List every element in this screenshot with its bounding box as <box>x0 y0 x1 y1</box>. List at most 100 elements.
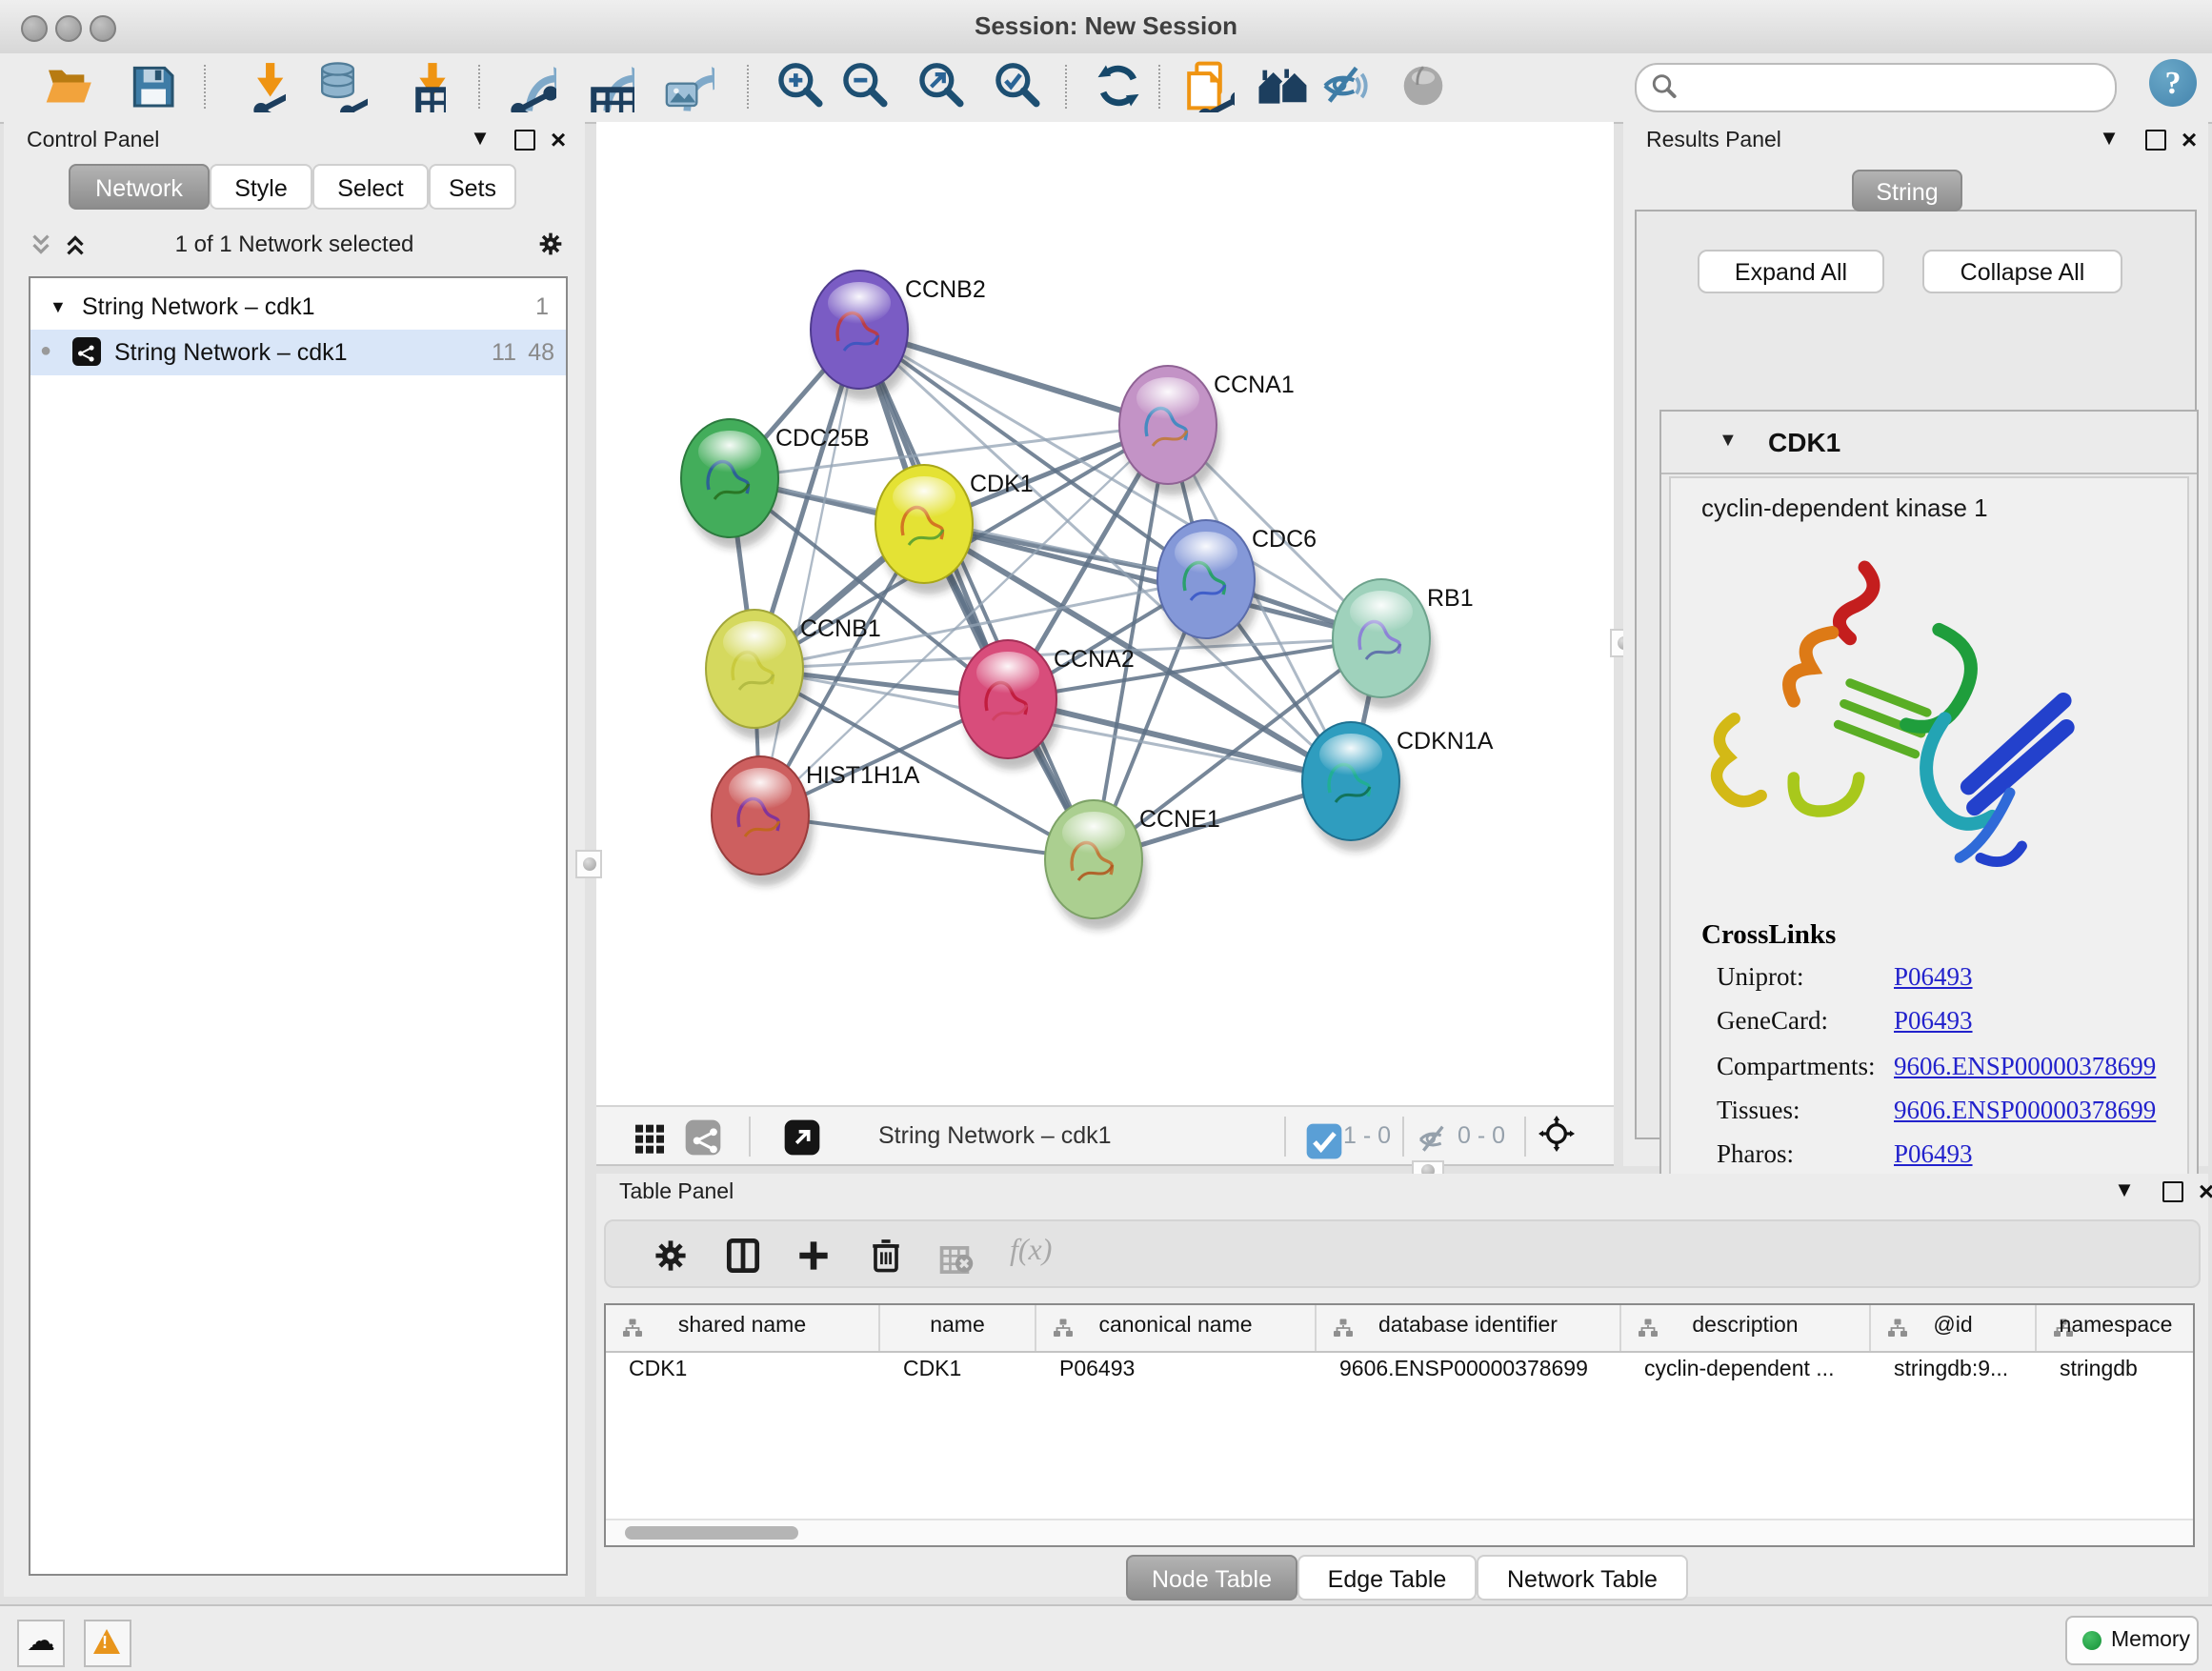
refresh-icon[interactable] <box>1092 59 1145 112</box>
hidden-eye-slash-icon[interactable] <box>1416 1120 1448 1153</box>
zoom-window-button[interactable] <box>90 15 116 42</box>
tab-network-table[interactable]: Network Table <box>1477 1555 1688 1601</box>
table-cell[interactable]: stringdb:9... <box>1871 1351 2037 1389</box>
zoom-in-icon[interactable] <box>774 59 827 112</box>
export-table-icon[interactable] <box>581 59 634 112</box>
network-node-CDKN1A[interactable] <box>1302 722 1404 852</box>
table-cell[interactable]: stringdb <box>2037 1351 2195 1389</box>
column-header-shared-name[interactable]: shared name <box>606 1305 880 1351</box>
save-session-icon[interactable] <box>126 59 179 112</box>
column-header-name[interactable]: name <box>880 1305 1036 1351</box>
selected-checkbox-icon[interactable] <box>1305 1122 1334 1151</box>
panel-close-icon[interactable]: × <box>2176 124 2202 154</box>
delete-column-trash-icon[interactable] <box>865 1235 907 1277</box>
tab-sets[interactable]: Sets <box>429 164 516 210</box>
panel-float-icon[interactable] <box>2162 1181 2183 1202</box>
cloud-status-button[interactable]: ☁ <box>17 1620 65 1667</box>
table-cell[interactable]: 9606.ENSP00000378699 <box>1317 1351 1621 1389</box>
show-columns-icon[interactable] <box>722 1235 764 1277</box>
delete-table-icon[interactable] <box>934 1235 975 1277</box>
network-node-CCNB2[interactable] <box>811 271 913 400</box>
collapse-all-button[interactable]: Collapse All <box>1922 250 2122 293</box>
import-network-database-icon[interactable] <box>314 59 368 112</box>
table-cell[interactable]: CDK1 <box>880 1351 1036 1389</box>
column-header-namespace[interactable]: namespace <box>2037 1305 2195 1351</box>
network-share-icon[interactable] <box>684 1118 722 1157</box>
network-node-CCNA1[interactable] <box>1119 366 1221 495</box>
table-cell[interactable]: CDK1 <box>606 1351 880 1389</box>
tab-network[interactable]: Network <box>69 164 210 210</box>
column-header-database-identifier[interactable]: database identifier <box>1317 1305 1621 1351</box>
network-node-CCNE1[interactable] <box>1045 800 1147 930</box>
section-collapse-caret-icon[interactable]: ▼ <box>1719 431 1738 452</box>
network-node-CDC25B[interactable] <box>681 419 783 549</box>
protein-section-header[interactable]: ▼ CDK1 <box>1661 412 2197 474</box>
network-canvas[interactable]: CCNB2CCNA1CDC25BCDK1CDC6RB1CCNB1CCNA2CDK… <box>596 122 1614 1166</box>
add-column-icon[interactable] <box>793 1235 835 1277</box>
crosslink-link[interactable]: P06493 <box>1894 962 1973 993</box>
network-node-HIST1H1A[interactable] <box>712 756 814 886</box>
memory-button[interactable]: Memory <box>2065 1616 2199 1665</box>
network-node-CCNA2[interactable] <box>959 640 1061 770</box>
network-graph[interactable]: CCNB2CCNA1CDC25BCDK1CDC6RB1CCNB1CCNA2CDK… <box>596 122 1614 1105</box>
table-cell[interactable]: P06493 <box>1036 1351 1317 1389</box>
zoom-fit-icon[interactable] <box>915 59 968 112</box>
scrollbar-thumb[interactable] <box>625 1526 798 1540</box>
network-node-CDC6[interactable] <box>1157 520 1259 650</box>
crosshair-icon[interactable] <box>1538 1115 1583 1160</box>
tab-node-table[interactable]: Node Table <box>1126 1555 1297 1601</box>
tab-string[interactable]: String <box>1852 170 1962 211</box>
home-networks-icon[interactable] <box>1256 59 1309 112</box>
left-splitter-handle[interactable] <box>575 850 602 878</box>
panel-close-icon[interactable]: × <box>545 124 572 154</box>
network-node-CDK1[interactable] <box>875 465 977 594</box>
tree-expand-caret-icon[interactable]: ▼ <box>50 284 67 330</box>
panel-menu-caret-icon[interactable]: ▼ <box>2096 128 2122 151</box>
network-node-CCNB1[interactable] <box>706 610 808 739</box>
network-edge[interactable] <box>760 330 859 815</box>
open-in-window-icon[interactable] <box>783 1118 821 1157</box>
warnings-button[interactable] <box>84 1620 131 1667</box>
panel-menu-caret-icon[interactable]: ▼ <box>467 128 493 151</box>
crosslink-link[interactable]: 9606.ENSP00000378699 <box>1894 1051 2156 1081</box>
search-input[interactable] <box>1686 69 2103 107</box>
expand-all-button[interactable]: Expand All <box>1698 250 1884 293</box>
close-window-button[interactable] <box>21 15 48 42</box>
gear-icon[interactable] <box>535 229 566 265</box>
table-row[interactable]: CDK1CDK1P064939606.ENSP00000378699cyclin… <box>606 1351 2193 1389</box>
toolbar-separator <box>478 65 480 109</box>
zoom-out-icon[interactable] <box>838 59 892 112</box>
export-network-icon[interactable] <box>503 59 556 112</box>
horizontal-scrollbar[interactable] <box>606 1519 2193 1545</box>
minimize-window-button[interactable] <box>55 15 82 42</box>
network-collection-row[interactable]: ▼ String Network – cdk1 1 <box>30 284 566 330</box>
network-row-selected[interactable]: ● String Network – cdk1 11 48 <box>30 330 566 375</box>
show-eye-icon[interactable] <box>1397 59 1450 112</box>
network-node-RB1[interactable] <box>1333 579 1435 709</box>
tab-style[interactable]: Style <box>210 164 312 210</box>
panel-close-icon[interactable]: × <box>2193 1176 2212 1206</box>
panel-float-icon[interactable] <box>2145 130 2166 151</box>
panel-float-icon[interactable] <box>514 130 535 151</box>
copy-network-icon[interactable] <box>1181 59 1235 112</box>
zoom-selected-icon[interactable] <box>991 59 1044 112</box>
panel-menu-caret-icon[interactable]: ▼ <box>2111 1179 2138 1202</box>
help-icon[interactable]: ? <box>2149 59 2197 107</box>
column-header-description[interactable]: description <box>1621 1305 1871 1351</box>
table-settings-gear-icon[interactable] <box>650 1235 692 1277</box>
import-table-file-icon[interactable] <box>392 59 446 112</box>
tab-select[interactable]: Select <box>312 164 429 210</box>
table-cell[interactable]: cyclin-dependent ... <box>1621 1351 1871 1389</box>
column-header-canonical-name[interactable]: canonical name <box>1036 1305 1317 1351</box>
crosslink-link[interactable]: P06493 <box>1894 1139 1973 1170</box>
export-image-icon[interactable] <box>661 59 714 112</box>
tab-edge-table[interactable]: Edge Table <box>1297 1555 1477 1601</box>
function-builder-icon[interactable]: f(x) <box>1010 1235 1052 1269</box>
crosslink-link[interactable]: 9606.ENSP00000378699 <box>1894 1096 2156 1126</box>
hide-selected-icon[interactable] <box>1318 59 1372 112</box>
open-session-icon[interactable] <box>42 59 95 112</box>
birdseye-grid-icon[interactable] <box>631 1118 669 1157</box>
column-header--id[interactable]: @id <box>1871 1305 2037 1351</box>
import-network-file-icon[interactable] <box>232 59 286 112</box>
crosslink-link[interactable]: P06493 <box>1894 1007 1973 1037</box>
